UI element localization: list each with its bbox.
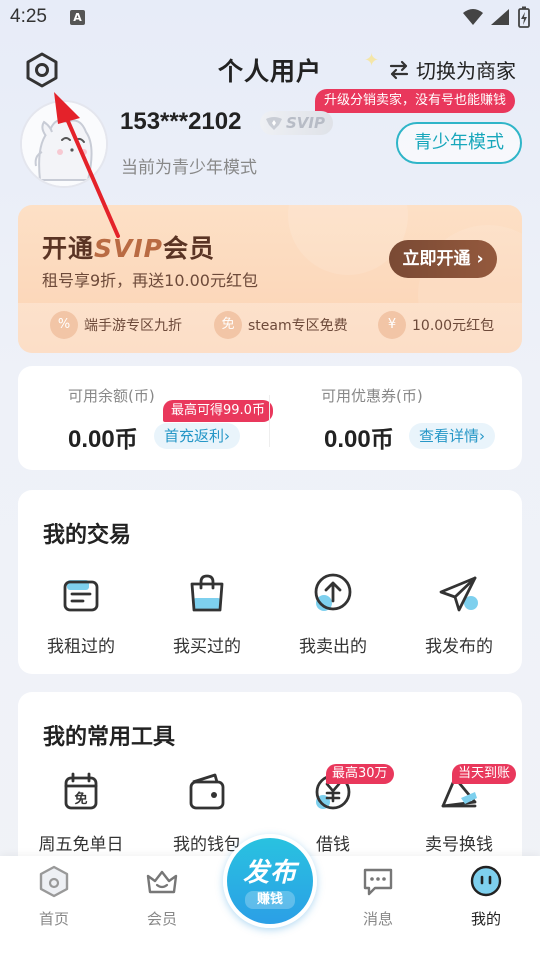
- svip-card-title: 开通SVIP会员: [42, 234, 216, 263]
- sparkle-icon: ✦: [364, 50, 380, 71]
- battery-icon: [518, 6, 530, 28]
- tool-item-free-order[interactable]: 免 周五免单日: [18, 768, 144, 855]
- balance-promo-tag: 最高可得99.0币: [163, 400, 273, 422]
- loan-badge: 最高30万: [326, 764, 394, 784]
- profile-face-icon: [470, 865, 502, 897]
- balance-divider: [269, 395, 270, 447]
- benefit-item: ¥ 10.00元红包: [378, 311, 494, 339]
- nav-profile[interactable]: 我的: [446, 864, 526, 929]
- transactions-title: 我的交易: [43, 523, 132, 548]
- home-icon: [39, 865, 69, 898]
- transaction-item-rented[interactable]: 我租过的: [18, 570, 144, 657]
- username: 153***2102: [120, 108, 242, 135]
- svip-badge-label: SVIP: [286, 114, 325, 132]
- publish-sub-label: 赚钱: [245, 891, 295, 909]
- transaction-item-published[interactable]: 我发布的: [396, 570, 522, 657]
- transaction-item-bought[interactable]: 我买过的: [144, 570, 270, 657]
- wifi-icon: [463, 9, 483, 25]
- published-send-icon: [439, 576, 478, 612]
- svg-text:免: 免: [74, 791, 87, 807]
- nav-home[interactable]: 首页: [14, 864, 94, 929]
- benefit-item: 免 steam专区免费: [214, 311, 348, 339]
- chevron-right-icon: ›: [224, 427, 231, 445]
- avatar-cat-icon: [22, 102, 106, 186]
- transaction-item-sold[interactable]: 我卖出的: [270, 570, 396, 657]
- mode-status-text: 当前为青少年模式: [121, 158, 257, 178]
- coupon-value: 0.00币: [324, 426, 394, 453]
- svip-open-button[interactable]: 立即开通 ›: [389, 240, 497, 278]
- sell-account-badge: 当天到账: [452, 764, 517, 784]
- balance-value: 0.00币: [68, 426, 138, 453]
- nav-messages[interactable]: 消息: [338, 864, 418, 929]
- red-packet-icon: ¥: [378, 311, 406, 339]
- tools-title: 我的常用工具: [43, 725, 176, 750]
- wallet-icon: [189, 773, 225, 810]
- svip-badge: SVIP: [260, 111, 333, 135]
- member-crown-icon: [146, 870, 178, 894]
- youth-mode-button[interactable]: 青少年模式: [396, 122, 522, 164]
- nav-member[interactable]: 会员: [122, 864, 202, 929]
- balance-label: 可用余额(币): [68, 387, 155, 405]
- publish-earn-button[interactable]: 发布 赚钱: [223, 834, 317, 928]
- status-time: 4:25: [10, 6, 47, 27]
- svip-card[interactable]: 开通SVIP会员 租号享9折，再送10.00元红包 立即开通 › % 端手游专区…: [18, 205, 522, 353]
- switch-merchant-label: 切换为商家: [416, 59, 516, 83]
- chevron-right-icon: ›: [479, 427, 486, 445]
- benefit-item: % 端手游专区九折: [50, 311, 182, 339]
- free-order-calendar-icon: 免: [64, 772, 98, 810]
- publish-label: 发布: [242, 858, 297, 888]
- swap-arrows-icon: [389, 60, 409, 79]
- svip-wing-icon: [266, 117, 282, 130]
- svip-card-subtitle: 租号享9折，再送10.00元红包: [42, 271, 258, 290]
- discount-icon: %: [50, 311, 78, 339]
- first-recharge-link[interactable]: 首充返利›: [154, 423, 241, 449]
- sold-upload-icon: [314, 573, 352, 611]
- switch-merchant-button[interactable]: 切换为商家: [388, 55, 516, 84]
- coupon-label: 可用优惠券(币): [321, 387, 423, 405]
- coupon-details-link[interactable]: 查看详情›: [409, 423, 496, 449]
- free-icon: 免: [214, 311, 242, 339]
- avatar[interactable]: [20, 100, 108, 188]
- chevron-right-icon: ›: [470, 249, 484, 269]
- notification-icon: A: [70, 10, 85, 25]
- message-icon: [363, 868, 393, 896]
- signal-icon: [491, 9, 509, 25]
- promo-tag[interactable]: 升级分销卖家，没有号也能赚钱: [315, 89, 516, 113]
- rented-icon: [63, 580, 99, 612]
- bought-bag-icon: [190, 574, 224, 612]
